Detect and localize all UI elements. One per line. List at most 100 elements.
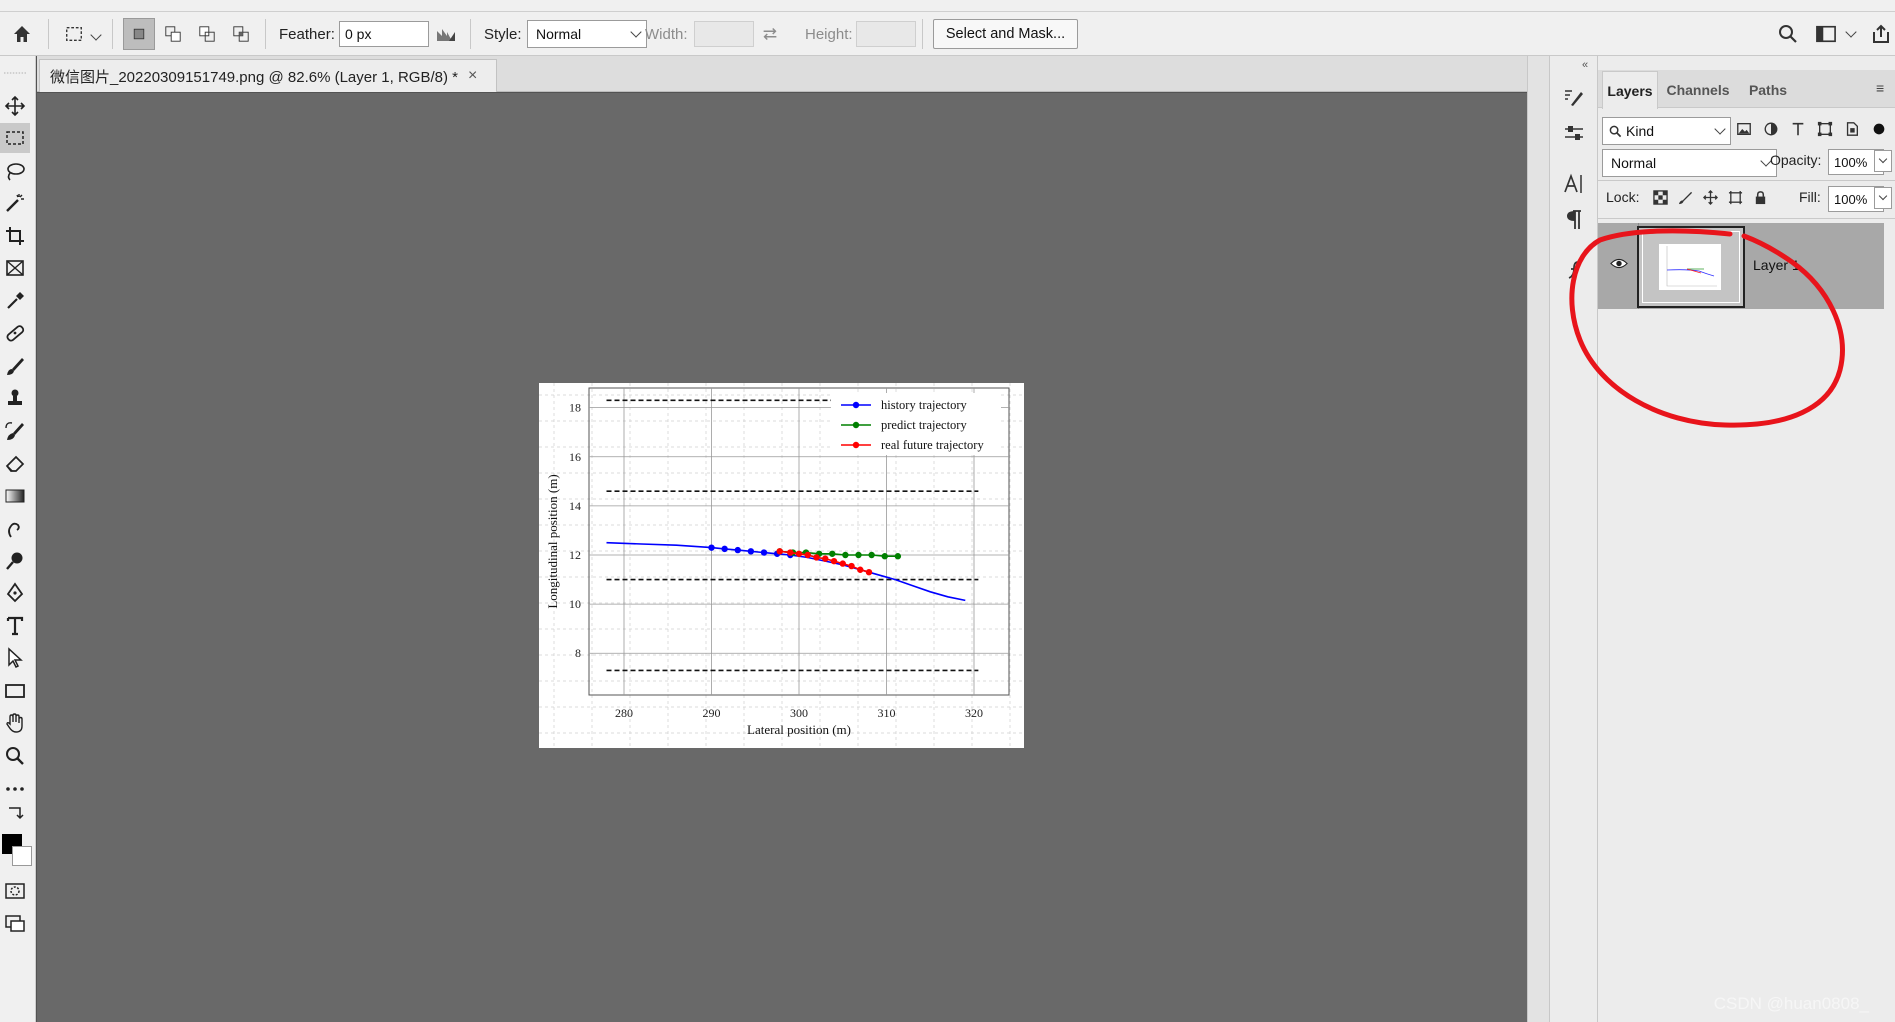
document-title: 微信图片_20220309151749.png @ 82.6% (Layer 1… bbox=[50, 68, 458, 86]
magic-wand-tool[interactable] bbox=[0, 188, 30, 218]
height-label: Height: bbox=[805, 25, 853, 43]
fill-dropdown[interactable] bbox=[1874, 187, 1892, 209]
grip-handle[interactable] bbox=[0, 66, 30, 80]
style-select[interactable]: Normal bbox=[527, 20, 647, 48]
add-to-selection-button[interactable] bbox=[157, 18, 189, 50]
new-selection-button[interactable] bbox=[123, 18, 155, 50]
quick-mask-button[interactable] bbox=[0, 876, 30, 906]
fill-label: Fill: bbox=[1799, 189, 1821, 205]
tab-channels[interactable]: Channels bbox=[1660, 71, 1736, 108]
swap-icon[interactable] bbox=[760, 24, 780, 44]
dodge-tool[interactable] bbox=[0, 546, 30, 576]
lock-all-button[interactable] bbox=[1750, 187, 1770, 207]
style-value: Normal bbox=[536, 26, 582, 42]
toolbar bbox=[0, 56, 36, 1022]
opacity-dropdown[interactable] bbox=[1874, 150, 1892, 172]
adjustments-panel-button[interactable] bbox=[1556, 118, 1592, 150]
marquee-tool[interactable] bbox=[0, 123, 30, 153]
character-panel-button[interactable] bbox=[1556, 168, 1592, 200]
width-input[interactable] bbox=[694, 21, 754, 47]
brush-settings-button[interactable] bbox=[1556, 82, 1592, 114]
rectangle-tool[interactable] bbox=[0, 676, 30, 706]
series-point-1 bbox=[881, 553, 888, 560]
swap-colors-button[interactable] bbox=[0, 804, 30, 826]
lasso-tool[interactable] bbox=[0, 156, 30, 186]
close-icon[interactable]: × bbox=[468, 67, 477, 85]
workspace-icon[interactable] bbox=[1815, 24, 1837, 44]
filter-pixel-button[interactable] bbox=[1734, 119, 1754, 139]
panel-menu-icon[interactable]: ≡ bbox=[1876, 80, 1884, 96]
document-tab[interactable]: 微信图片_20220309151749.png @ 82.6% (Layer 1… bbox=[39, 59, 497, 92]
series-point-0 bbox=[708, 544, 715, 551]
healing-brush-tool[interactable] bbox=[0, 318, 30, 348]
lock-artboard-button[interactable] bbox=[1725, 187, 1745, 207]
series-point-0 bbox=[734, 546, 741, 554]
eyedropper-tool[interactable] bbox=[0, 286, 30, 316]
smart-object-icon bbox=[1846, 122, 1858, 136]
lock-pixels-button[interactable] bbox=[1675, 187, 1695, 207]
frame-tool[interactable] bbox=[0, 253, 30, 283]
type-tool[interactable] bbox=[0, 611, 30, 641]
filter-shape-button[interactable] bbox=[1815, 119, 1835, 139]
tab-layers[interactable]: Layers bbox=[1602, 71, 1658, 109]
opacity-label: Opacity: bbox=[1770, 152, 1822, 168]
height-input[interactable] bbox=[856, 21, 916, 47]
lock-transparent-button[interactable] bbox=[1650, 187, 1670, 207]
pen-icon bbox=[6, 582, 24, 603]
select-and-mask-button[interactable]: Select and Mask... bbox=[933, 19, 1078, 49]
chevron-down-icon[interactable] bbox=[1845, 26, 1857, 38]
y-tick-label: 14 bbox=[569, 499, 581, 513]
zoom-tool[interactable] bbox=[0, 741, 30, 771]
subtract-from-selection-button[interactable] bbox=[191, 18, 223, 50]
crop-tool[interactable] bbox=[0, 221, 30, 251]
filter-type-button[interactable] bbox=[1788, 119, 1808, 139]
add-selection-icon bbox=[165, 26, 181, 42]
blend-mode-select[interactable]: Normal bbox=[1602, 149, 1777, 177]
series-point-2 bbox=[848, 562, 855, 570]
lasso-icon bbox=[7, 163, 25, 181]
share-icon[interactable] bbox=[1870, 23, 1892, 45]
brush-settings-icon bbox=[1565, 90, 1583, 106]
history-brush-icon bbox=[5, 422, 24, 440]
home-button[interactable] bbox=[6, 18, 38, 50]
more-tools-button[interactable] bbox=[0, 774, 30, 804]
history-brush-tool[interactable] bbox=[0, 416, 30, 446]
rectangular-marquee-icon bbox=[66, 26, 82, 42]
tab-paths[interactable]: Paths bbox=[1739, 71, 1797, 108]
gradient-tool[interactable] bbox=[0, 481, 30, 511]
screen-mode-button[interactable] bbox=[0, 908, 30, 938]
layers-panel: Layers Channels Paths ≡ Kind Normal Opac… bbox=[1598, 56, 1895, 1022]
marquee-preset-button[interactable] bbox=[58, 18, 90, 50]
filter-adjustment-button[interactable] bbox=[1761, 119, 1781, 139]
eraser-tool[interactable] bbox=[0, 448, 30, 478]
move-tool[interactable] bbox=[0, 91, 30, 121]
brush-tool[interactable] bbox=[0, 351, 30, 381]
hand-tool[interactable] bbox=[0, 708, 30, 738]
menu-bar[interactable] bbox=[0, 0, 1895, 12]
trajectory-chart: 280 290 300 310 320 8 10 12 14 16 18 Lateral positi… bbox=[539, 383, 1024, 748]
lock-position-button[interactable] bbox=[1700, 187, 1720, 207]
blend-mode-value: Normal bbox=[1611, 155, 1657, 171]
x-tick-label: 310 bbox=[878, 706, 896, 720]
y-tick-label: 8 bbox=[575, 646, 581, 660]
collapse-panels-icon[interactable]: « bbox=[1582, 59, 1588, 71]
brush-icon bbox=[7, 358, 24, 375]
filter-smart-object-button[interactable] bbox=[1842, 119, 1862, 139]
path-selection-tool[interactable] bbox=[0, 643, 30, 673]
intersect-selection-button[interactable] bbox=[225, 18, 257, 50]
smudge-tool[interactable] bbox=[0, 513, 30, 543]
anti-alias-button[interactable] bbox=[430, 18, 462, 50]
pen-tool[interactable] bbox=[0, 578, 30, 608]
filter-toggle-button[interactable] bbox=[1869, 119, 1889, 139]
series-point-2 bbox=[787, 549, 794, 556]
series-point-0 bbox=[747, 548, 755, 555]
series-point-2 bbox=[804, 551, 811, 559]
feather-input[interactable]: 0 px bbox=[339, 21, 429, 47]
document-image[interactable]: 280 290 300 310 320 8 10 12 14 16 18 Lateral positi… bbox=[539, 383, 1024, 748]
background-color-swatch[interactable] bbox=[12, 846, 32, 866]
chevron-down-icon[interactable] bbox=[90, 26, 102, 43]
filter-kind-select[interactable]: Kind bbox=[1602, 117, 1731, 145]
side-icon-panel: « bbox=[1549, 56, 1598, 1022]
search-icon[interactable] bbox=[1777, 23, 1799, 45]
stamp-tool[interactable] bbox=[0, 383, 30, 413]
